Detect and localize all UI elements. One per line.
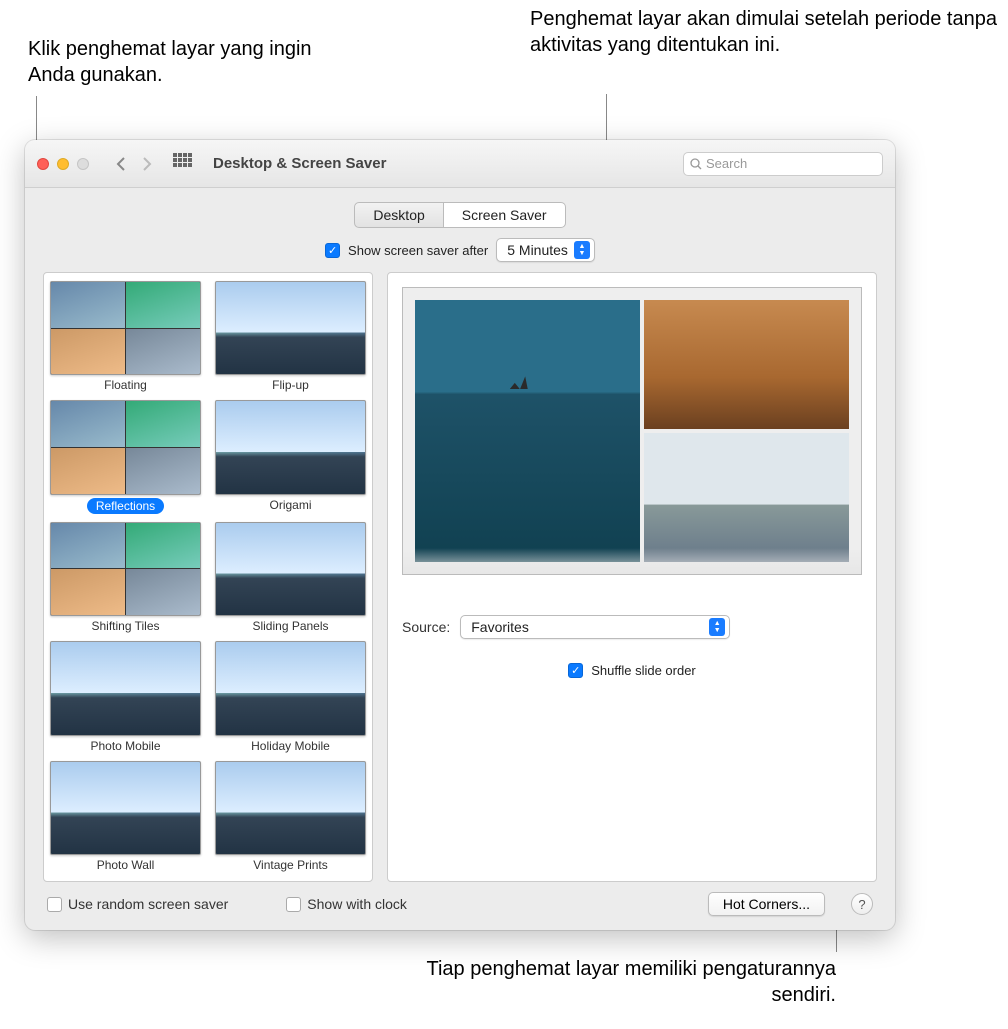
source-label: Source: xyxy=(402,619,450,635)
thumb-label: Origami xyxy=(269,498,311,512)
show-clock-checkbox[interactable] xyxy=(286,897,301,912)
preview-image xyxy=(415,300,640,562)
screensaver-thumb-flip-up[interactable]: Flip-up xyxy=(215,281,366,392)
forward-button[interactable] xyxy=(135,152,159,176)
screensaver-thumb-origami[interactable]: Origami xyxy=(215,400,366,513)
tab-screen-saver[interactable]: Screen Saver xyxy=(444,202,566,228)
show-clock-label: Show with clock xyxy=(307,896,407,912)
preferences-window: Desktop & Screen Saver Search Desktop Sc… xyxy=(25,140,895,930)
preview-image xyxy=(644,433,849,562)
random-label: Use random screen saver xyxy=(68,896,228,912)
thumb-image xyxy=(215,522,366,616)
thumb-image xyxy=(50,281,201,375)
source-value: Favorites xyxy=(471,619,529,635)
preview-panel: Source: Favorites ▲▼ ✓ Shuffle slide ord… xyxy=(387,272,877,882)
window-title: Desktop & Screen Saver xyxy=(213,155,386,172)
thumb-label: Vintage Prints xyxy=(253,858,328,872)
thumb-image xyxy=(215,761,366,855)
thumb-label: Floating xyxy=(104,378,147,392)
tab-desktop[interactable]: Desktop xyxy=(354,202,443,228)
screensaver-thumb-shifting-tiles[interactable]: Shifting Tiles xyxy=(50,522,201,633)
titlebar: Desktop & Screen Saver Search xyxy=(25,140,895,188)
thumb-image xyxy=(215,400,366,494)
thumb-label: Reflections xyxy=(87,498,164,514)
callout-top-left: Klik penghemat layar yang ingin Anda gun… xyxy=(28,36,318,88)
callout-bottom: Tiap penghemat layar memiliki pengaturan… xyxy=(416,956,836,1008)
search-placeholder: Search xyxy=(706,156,747,171)
show-all-icon[interactable] xyxy=(173,153,195,175)
show-after-row: ✓ Show screen saver after 5 Minutes ▲▼ xyxy=(43,238,877,262)
random-checkbox[interactable] xyxy=(47,897,62,912)
callout-top-right: Penghemat layar akan dimulai setelah per… xyxy=(530,6,1000,58)
source-select[interactable]: Favorites ▲▼ xyxy=(460,615,730,639)
preview-image xyxy=(644,300,849,429)
show-after-checkbox[interactable]: ✓ xyxy=(325,243,340,258)
thumb-image xyxy=(50,522,201,616)
stepper-arrows-icon: ▲▼ xyxy=(574,241,590,259)
thumb-image xyxy=(50,641,201,735)
hot-corners-button[interactable]: Hot Corners... xyxy=(708,892,825,916)
thumb-image xyxy=(50,761,201,855)
bottom-bar: Use random screen saver Show with clock … xyxy=(43,882,877,930)
stepper-arrows-icon: ▲▼ xyxy=(709,618,725,636)
show-after-value: 5 Minutes xyxy=(507,242,568,258)
close-button[interactable] xyxy=(37,158,49,170)
thumb-label: Sliding Panels xyxy=(252,619,328,633)
help-button[interactable]: ? xyxy=(851,893,873,915)
screensaver-thumb-sliding-panels[interactable]: Sliding Panels xyxy=(215,522,366,633)
thumb-label: Photo Mobile xyxy=(90,739,160,753)
show-after-select[interactable]: 5 Minutes ▲▼ xyxy=(496,238,595,262)
nav-buttons xyxy=(109,152,159,176)
screensaver-thumb-photo-wall[interactable]: Photo Wall xyxy=(50,761,201,872)
screensaver-thumb-holiday-mobile[interactable]: Holiday Mobile xyxy=(215,641,366,752)
window-controls xyxy=(37,158,89,170)
search-icon xyxy=(690,158,702,170)
thumb-label: Shifting Tiles xyxy=(91,619,159,633)
minimize-button[interactable] xyxy=(57,158,69,170)
back-button[interactable] xyxy=(109,152,133,176)
screensaver-thumb-reflections[interactable]: Reflections xyxy=(50,400,201,513)
screensaver-thumb-vintage-prints[interactable]: Vintage Prints xyxy=(215,761,366,872)
shuffle-checkbox[interactable]: ✓ xyxy=(568,663,583,678)
screensaver-thumb-floating[interactable]: Floating xyxy=(50,281,201,392)
screensaver-preview xyxy=(402,287,862,575)
search-input[interactable]: Search xyxy=(683,152,883,176)
thumb-image xyxy=(50,400,201,494)
thumb-label: Photo Wall xyxy=(97,858,155,872)
thumb-image xyxy=(215,641,366,735)
thumb-label: Holiday Mobile xyxy=(251,739,330,753)
tab-segment: Desktop Screen Saver xyxy=(43,202,877,228)
zoom-button[interactable] xyxy=(77,158,89,170)
screensaver-thumb-photo-mobile[interactable]: Photo Mobile xyxy=(50,641,201,752)
thumb-image xyxy=(215,281,366,375)
screensaver-list[interactable]: Floating Flip-up Reflections Origami Shiftin… xyxy=(43,272,373,882)
thumb-label: Flip-up xyxy=(272,378,309,392)
shuffle-label: Shuffle slide order xyxy=(591,663,696,678)
show-after-label: Show screen saver after xyxy=(348,243,488,258)
